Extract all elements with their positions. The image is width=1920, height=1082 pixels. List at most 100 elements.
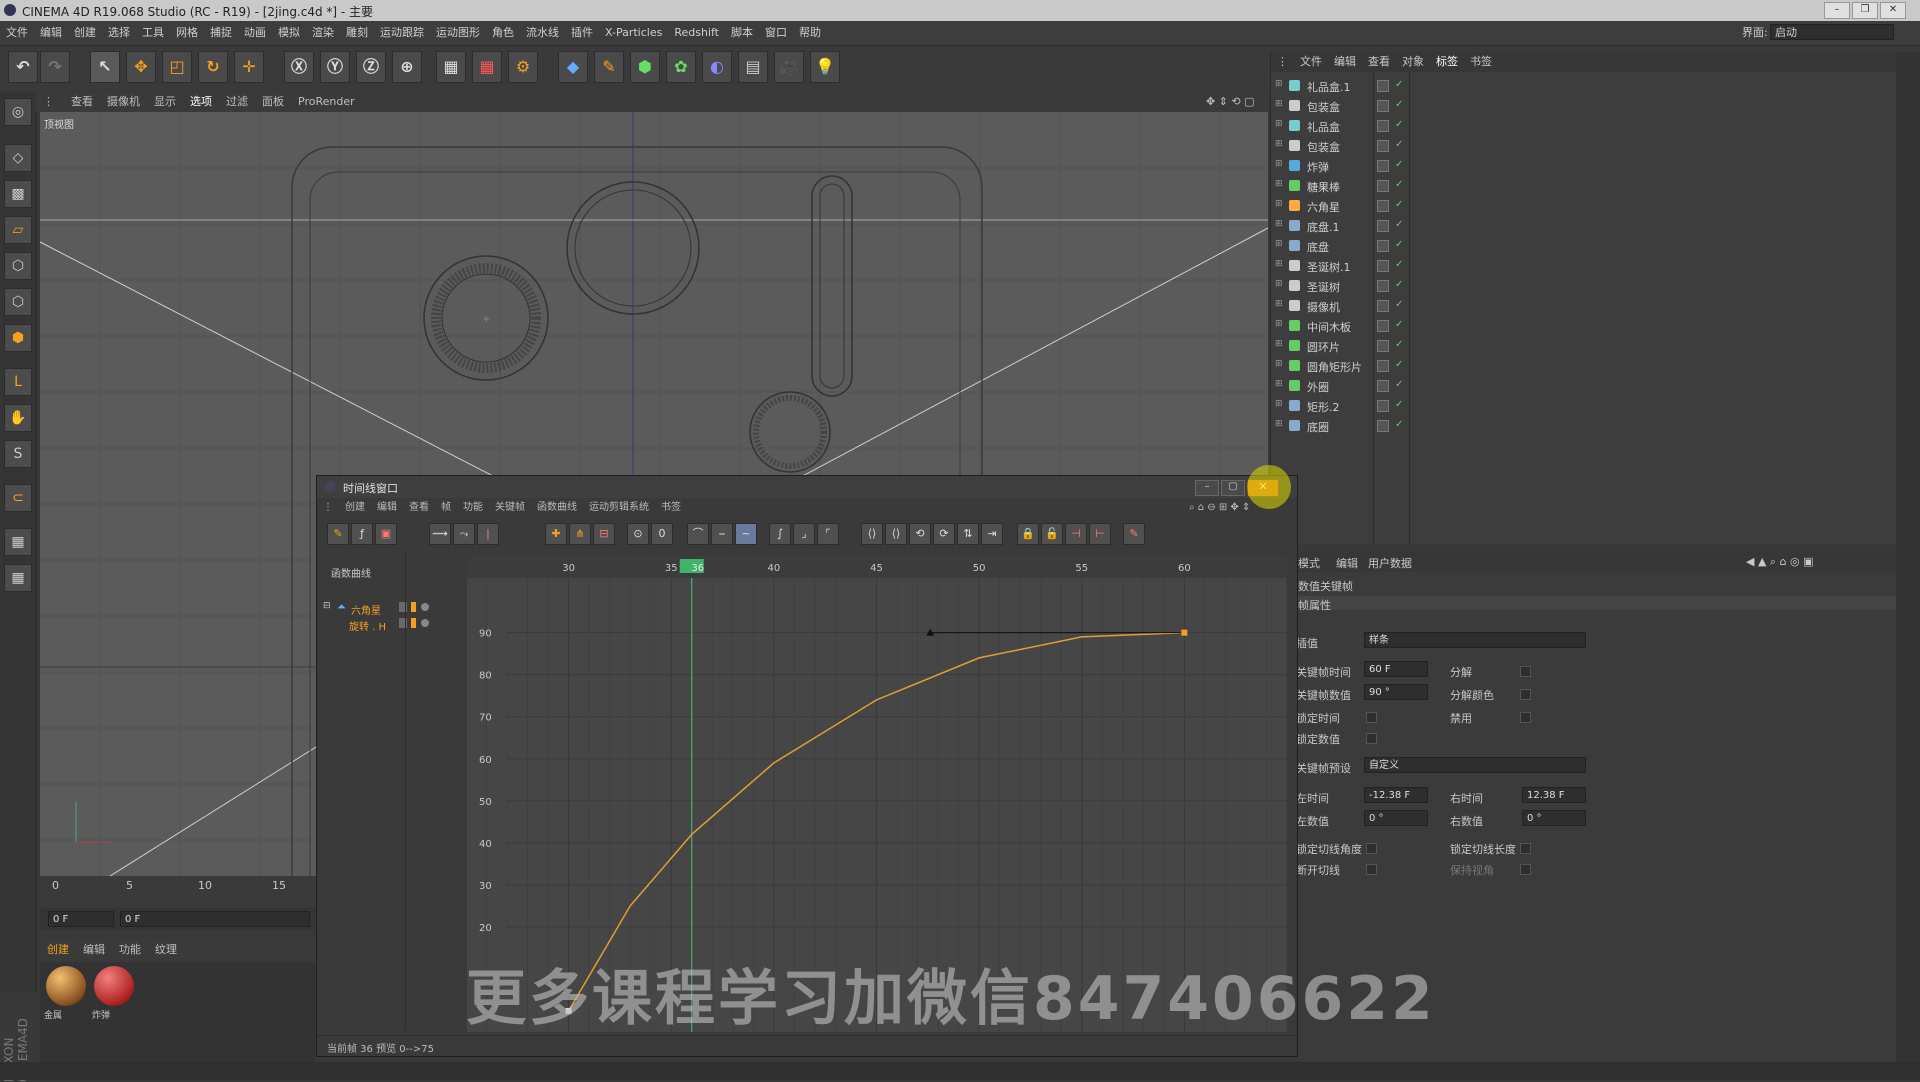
tl-menu-frame[interactable]: 帧	[435, 498, 457, 518]
timeline-title-bar[interactable]: 时间线窗口 – ▢ ✕	[317, 476, 1297, 499]
object-name[interactable]: 炸弹	[1307, 159, 1329, 175]
object-row[interactable]: ⊞ 圣诞树.1 ✓	[1271, 256, 1896, 276]
object-row[interactable]: ⊞ 矩形.2 ✓	[1271, 396, 1896, 416]
menu-help[interactable]: 帮助	[793, 21, 827, 45]
enabled-check-icon[interactable]: ✓	[1395, 119, 1403, 130]
key-tool-icon[interactable]: ⋔	[569, 523, 591, 545]
current-frame-field[interactable]: 0 F	[48, 911, 114, 927]
polygons-mode-icon[interactable]: ⬢	[4, 324, 32, 352]
menu-simulate[interactable]: 模拟	[272, 21, 306, 45]
lock-tangent-length-checkbox[interactable]	[1520, 843, 1531, 854]
layer-icon[interactable]	[1377, 340, 1389, 352]
layer-icon[interactable]	[1377, 80, 1389, 92]
points-mode-icon[interactable]: ⬡	[4, 252, 32, 280]
enabled-check-icon[interactable]: ✓	[1395, 299, 1403, 310]
track-row[interactable]: ⊟ ⏶ 六角星	[321, 600, 461, 617]
enabled-check-icon[interactable]: ✓	[1395, 99, 1403, 110]
menu-character[interactable]: 角色	[486, 21, 520, 45]
tl-nav-icons[interactable]: ⌕ ⌂ ⊖ ⊞ ✥ ⇕	[1183, 498, 1256, 518]
menu-window[interactable]: 窗口	[759, 21, 793, 45]
object-name[interactable]: 摄像机	[1307, 299, 1340, 315]
expand-icon[interactable]: ⊞	[1275, 359, 1283, 369]
split-checkbox[interactable]	[1520, 666, 1531, 677]
menu-redshift[interactable]: Redshift	[668, 21, 725, 45]
enabled-check-icon[interactable]: ✓	[1395, 319, 1403, 330]
menu-sculpt[interactable]: 雕刻	[340, 21, 374, 45]
mute-checkbox[interactable]	[1520, 712, 1531, 723]
render-settings-icon[interactable]: ⚙	[508, 51, 538, 83]
lock-time-checkbox[interactable]	[1366, 712, 1377, 723]
lock-tangent-angle-checkbox[interactable]	[1366, 843, 1377, 854]
object-row[interactable]: ⊞ 圆环片 ✓	[1271, 336, 1896, 356]
layer-icon[interactable]	[1377, 280, 1389, 292]
object-row[interactable]: ⊞ 包装盒 ✓	[1271, 136, 1896, 156]
object-row[interactable]: ⊞ 礼品盒 ✓	[1271, 116, 1896, 136]
enabled-check-icon[interactable]: ✓	[1395, 239, 1403, 250]
keep-visual-checkbox[interactable]	[1520, 864, 1531, 875]
track-row[interactable]: 旋转 . H	[321, 616, 461, 633]
object-name[interactable]: 中间木板	[1307, 319, 1351, 335]
viewport-menu-options[interactable]: 选项	[183, 92, 219, 112]
layer-icon[interactable]	[1377, 400, 1389, 412]
enabled-check-icon[interactable]: ✓	[1395, 399, 1403, 410]
collapse-icon[interactable]: ⊟	[323, 601, 331, 611]
object-row[interactable]: ⊞ 糖果棒 ✓	[1271, 176, 1896, 196]
expand-icon[interactable]: ⊞	[1275, 99, 1283, 109]
light-icon[interactable]: 💡	[810, 51, 840, 83]
lock-icon[interactable]: 🔒	[1017, 523, 1039, 545]
cube-primitive-icon[interactable]: ◆	[558, 51, 588, 83]
object-name[interactable]: 底盘.1	[1307, 219, 1340, 235]
y-axis-lock-icon[interactable]: Ⓨ	[320, 51, 350, 83]
tl-menu-edit[interactable]: 编辑	[371, 498, 403, 518]
menu-snap[interactable]: 捕捉	[204, 21, 238, 45]
enabled-check-icon[interactable]: ✓	[1395, 199, 1403, 210]
menu-mesh[interactable]: 网格	[170, 21, 204, 45]
track-after-icon[interactable]: ⟨⟩	[885, 523, 907, 545]
enabled-check-icon[interactable]: ✓	[1395, 379, 1403, 390]
ease-in-out-icon[interactable]: ∫	[769, 523, 791, 545]
object-row[interactable]: ⊞ 外圈 ✓	[1271, 376, 1896, 396]
move-tool-icon[interactable]: ✥	[126, 51, 156, 83]
menu-x-particles[interactable]: X-Particles	[599, 21, 668, 45]
delete-key-icon[interactable]: ⊟	[593, 523, 615, 545]
object-name[interactable]: 礼品盒.1	[1307, 79, 1351, 95]
goto-current-icon[interactable]: |	[477, 523, 499, 545]
marker-icon[interactable]: ⊣	[1065, 523, 1087, 545]
expand-icon[interactable]: ⊞	[1275, 179, 1283, 189]
object-name[interactable]: 包装盒	[1307, 99, 1340, 115]
object-row[interactable]: ⊞ 摄像机 ✓	[1271, 296, 1896, 316]
object-row[interactable]: ⊞ 炸弹 ✓	[1271, 156, 1896, 176]
attr-menu-userdata[interactable]: 用户数据	[1368, 555, 1412, 571]
material-menu-function[interactable]: 功能	[112, 940, 148, 960]
expand-icon[interactable]: ⊞	[1275, 379, 1283, 389]
constant-icon[interactable]: ⇥	[981, 523, 1003, 545]
tl-menu-view[interactable]: 查看	[403, 498, 435, 518]
expand-icon[interactable]: ⊞	[1275, 199, 1283, 209]
material-menu-edit[interactable]: 编辑	[76, 940, 112, 960]
frame-all-icon[interactable]: ⟿	[429, 523, 451, 545]
main-timeline-ruler[interactable]: 0 5 10 15	[40, 876, 315, 906]
key-value-field[interactable]: 90 °	[1364, 684, 1428, 700]
enabled-check-icon[interactable]: ✓	[1395, 259, 1403, 270]
obj-menu-objects[interactable]: 对象	[1396, 52, 1430, 72]
axis-mode-icon[interactable]: L	[4, 368, 32, 396]
object-row[interactable]: ⊞ 底盘 ✓	[1271, 236, 1896, 256]
tangent-auto-icon[interactable]: ⌒	[687, 523, 709, 545]
tangent-spline-icon[interactable]: ~	[735, 523, 757, 545]
enabled-check-icon[interactable]: ✓	[1395, 159, 1403, 170]
obj-menu-tags[interactable]: 标签	[1430, 52, 1464, 72]
tangent-linear-icon[interactable]: ⎯	[711, 523, 733, 545]
object-row[interactable]: ⊞ 包装盒 ✓	[1271, 96, 1896, 116]
edges-mode-icon[interactable]: ⬡	[4, 288, 32, 316]
viewport-menu-cameras[interactable]: 摄像机	[100, 92, 147, 112]
expand-icon[interactable]: ⊞	[1275, 399, 1283, 409]
marker-range-icon[interactable]: ⊢	[1089, 523, 1111, 545]
tl-menu-function[interactable]: 功能	[457, 498, 489, 518]
interpolation-dropdown[interactable]: 样条	[1364, 632, 1586, 648]
minimize-button[interactable]: –	[1824, 2, 1850, 19]
layer-icon[interactable]	[1377, 380, 1389, 392]
enabled-check-icon[interactable]: ✓	[1395, 419, 1403, 430]
object-name[interactable]: 底圈	[1307, 419, 1329, 435]
undo-icon[interactable]: ↶	[8, 51, 38, 83]
object-name[interactable]: 圣诞树	[1307, 279, 1340, 295]
